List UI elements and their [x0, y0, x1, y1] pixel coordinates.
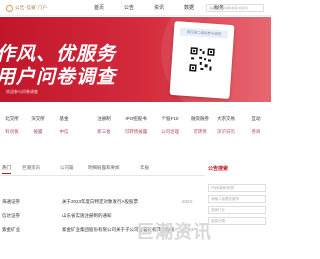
header-search-input[interactable]: 请输入代码/简称/拼音/关键词: [206, 4, 264, 12]
survey-card: 请扫描二维码参与调查: [169, 20, 235, 100]
quick-link[interactable]: 公司治理: [158, 129, 182, 135]
nav-news[interactable]: 资讯: [144, 0, 174, 16]
tab-annual-report[interactable]: 年报: [140, 165, 149, 171]
quick-link[interactable]: 大宗交易: [214, 116, 238, 122]
announcement-search-panel: 公告搜索 代码/简称/拼音 请输入标题关键词 选择行业 选择日期: [208, 162, 266, 259]
quick-row-1: 北交所 深交所 基金 注册制 IPO招股书 个股F10 融资融券 大宗交易 互动: [0, 116, 271, 126]
quick-link[interactable]: 融资融券: [188, 116, 212, 122]
quick-link[interactable]: IPO招股书: [124, 116, 148, 122]
header-search-placeholder: 请输入代码/简称/拼音/关键词: [209, 6, 248, 10]
quick-link[interactable]: 互动: [244, 116, 268, 122]
logo-icon: [6, 4, 13, 12]
quick-link[interactable]: 北交所: [0, 116, 24, 122]
banner-caption: 欢迎参与问卷调查: [6, 89, 38, 94]
quick-row-2: 科创板 披露 中信 新三板 可转债披露 公司治理 可转债 深沪日历 券商: [0, 129, 271, 139]
nav-home[interactable]: 首页: [84, 0, 114, 16]
quick-link[interactable]: 新三板: [92, 129, 116, 135]
quick-link[interactable]: 基金: [52, 116, 76, 122]
news-source: 海通证券: [2, 199, 20, 204]
survey-banner[interactable]: 作风、优服务 用户问卷调查 欢迎参与问卷调查 请扫描二维码参与调查: [0, 17, 271, 102]
logo-text: 公告·信披·门户: [15, 6, 48, 11]
quick-links: 北交所 深交所 基金 注册制 IPO招股书 个股F10 融资融券 大宗交易 互动…: [0, 112, 271, 152]
date-picker[interactable]: 选择日期: [208, 217, 266, 225]
tab-company[interactable]: 公司篇: [60, 165, 74, 171]
nav-announcements[interactable]: 公告: [114, 0, 144, 16]
news-date: 2024-: [182, 199, 194, 204]
tab-cninfo[interactable]: 巨潮资讯: [22, 165, 40, 171]
site-logo[interactable]: 公告·信披·门户: [6, 4, 47, 12]
news-source: 紫金矿业: [2, 227, 20, 232]
news-title[interactable]: 关于2023年度向特定对象发行A股股票: [62, 199, 182, 205]
tab-hot[interactable]: 热门: [2, 165, 11, 174]
code-input[interactable]: 代码/简称/拼音: [208, 184, 266, 192]
top-header: 公告·信披·门户 首页 公告 资讯 数据 服务 请输入代码/简称/拼音/关键词: [0, 0, 271, 16]
card-tag: 请扫描二维码参与调查: [179, 27, 229, 39]
quick-link[interactable]: 深交所: [26, 116, 50, 122]
quick-link[interactable]: 可转债披露: [124, 129, 148, 135]
quick-link[interactable]: 科创板: [0, 129, 24, 135]
news-row[interactable]: 海通证券 关于2023年度向特定对象发行A股股票 2024-: [0, 196, 205, 208]
quick-link[interactable]: 注册制: [92, 116, 116, 122]
quick-link[interactable]: 券商: [244, 129, 268, 135]
tab-disclosure[interactable]: 明细披露和要闻: [88, 165, 120, 171]
nav-data[interactable]: 数据: [174, 0, 204, 16]
quick-link[interactable]: 可转债: [188, 129, 212, 135]
watermark-text: 巨潮资讯: [136, 222, 212, 242]
keyword-input[interactable]: 请输入标题关键词: [208, 195, 266, 203]
quick-link[interactable]: 披露: [26, 129, 50, 135]
quick-link[interactable]: 深沪日历: [214, 129, 238, 135]
news-source: 信达证券: [2, 213, 20, 218]
quick-link[interactable]: 个股F10: [158, 116, 182, 122]
news-tabs: 热门 巨潮资讯 公司篇 明细披露和要闻 年报: [0, 162, 205, 176]
quick-link[interactable]: 中信: [52, 129, 76, 135]
industry-select[interactable]: 选择行业: [208, 206, 266, 214]
qr-code-icon[interactable]: [188, 46, 216, 74]
banner-headline-2: 用户问卷调查: [0, 66, 117, 88]
side-title: 公告搜索: [208, 166, 229, 172]
